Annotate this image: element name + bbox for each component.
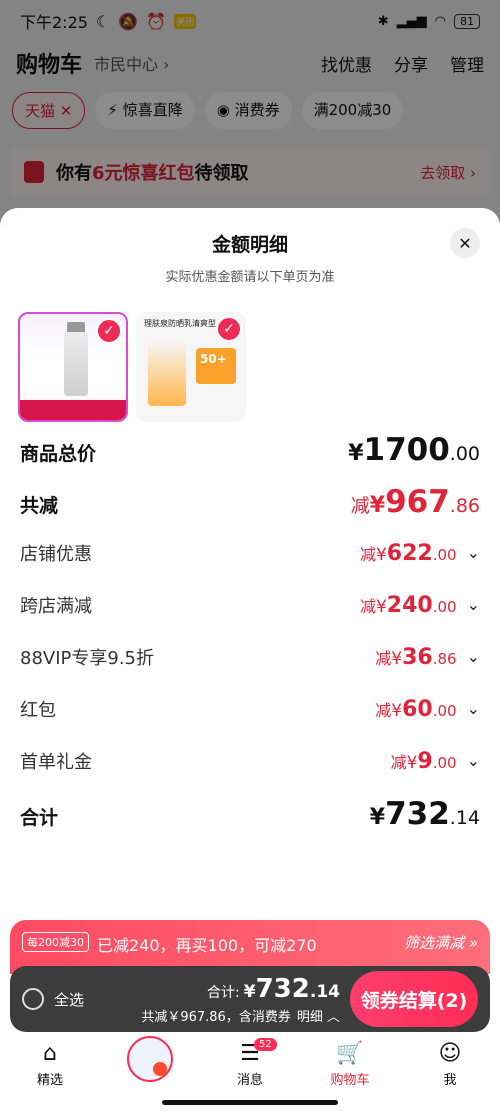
tab-label: 购物车 [330, 1073, 370, 1088]
tab-me[interactable]: ☺ 我 [400, 1036, 500, 1094]
total-label: 合计: [207, 984, 240, 1001]
sum-dec: .14 [449, 807, 480, 829]
chevron-down-icon: ⌄ [466, 751, 480, 770]
discount-row-red-packet[interactable]: 红包 减 ¥60.00 ⌄ [20, 696, 480, 722]
promo-text: 已减240，再买100，可减270 [97, 936, 317, 955]
tab-label: 我 [443, 1073, 457, 1088]
discount-row-shop[interactable]: 店铺优惠 减 ¥622.00 ⌄ [20, 540, 480, 566]
chevron-down-icon: ⌄ [466, 543, 480, 562]
total-price-dec: .00 [449, 443, 480, 465]
detail-toggle[interactable]: 明细 ︿ [297, 1010, 340, 1025]
discount-label: 88VIP专享9.5折 [20, 648, 155, 669]
checkout-button[interactable]: 领券结算(2) [350, 971, 478, 1027]
detail-label: 明细 [296, 1009, 323, 1025]
product-thumb-sunscreen[interactable]: 理肤泉防晒乳清爽型 50+ ✓ [136, 312, 246, 422]
tab-featured[interactable]: ⌂ 精选 [0, 1036, 100, 1094]
product-name: 理肤泉防晒乳清爽型 [144, 319, 216, 328]
close-icon: ✕ [458, 233, 472, 253]
currency: ¥ [375, 545, 387, 565]
discount-row-vip[interactable]: 88VIP专享9.5折 减 ¥36.86 ⌄ [20, 644, 480, 670]
discount-label: 首单礼金 [20, 752, 92, 773]
cart-icon: 🛒 [336, 1041, 364, 1066]
sunscreen-tube-shape [148, 340, 186, 406]
spf-label: 50+ [196, 348, 236, 384]
discount-int: 36 [402, 645, 433, 670]
sheet-subtitle: 实际优惠金额请以下单页为准 [165, 270, 335, 285]
chevron-down-icon: ⌄ [466, 699, 480, 718]
currency: ¥ [375, 597, 387, 617]
discount-row-cross-store[interactable]: 跨店满减 减 ¥240.00 ⌄ [20, 592, 480, 618]
discount-prefix: 减 [350, 495, 370, 517]
close-button[interactable]: ✕ [450, 228, 480, 258]
currency: ¥ [406, 753, 418, 773]
discount-prefix: 减 [390, 753, 407, 772]
total-int: 732 [255, 973, 310, 1004]
discount-row-first-order[interactable]: 首单礼金 减 ¥9.00 ⌄ [20, 748, 480, 774]
promo-image [127, 1036, 173, 1082]
total-dec: .14 [309, 981, 340, 1002]
discount-label: 跨店满减 [20, 596, 92, 617]
tab-messages[interactable]: ☰ 52 消息 [200, 1036, 300, 1094]
selected-check-icon: ✓ [216, 316, 242, 342]
sum-label: 合计 [20, 807, 59, 829]
chevron-down-icon: ⌄ [466, 647, 480, 666]
sum-row: 合计 ¥732.14 [20, 796, 480, 832]
currency: ¥ [369, 805, 386, 830]
currency: ¥ [369, 493, 386, 518]
currency: ¥ [391, 649, 403, 669]
sheet-title: 金额明细 [211, 234, 288, 256]
currency: ¥ [348, 441, 364, 466]
selected-check-icon: ✓ [96, 318, 122, 344]
sum-int: 732 [385, 796, 450, 832]
total-discount-row: 共减 减 ¥967.86 [20, 484, 480, 520]
discount-int: 60 [402, 697, 433, 722]
message-badge: 52 [254, 1038, 277, 1051]
discount-prefix: 减 [375, 649, 392, 668]
tab-cart[interactable]: 🛒 购物车 [300, 1036, 400, 1094]
home-indicator[interactable] [162, 1100, 338, 1105]
discount-dec: .00 [432, 702, 457, 720]
discount-dec: .86 [432, 650, 457, 668]
discount-label: 店铺优惠 [20, 544, 92, 565]
currency: ¥ [243, 981, 256, 1002]
checkout-totals: 合计: ¥732.14 共减￥967.86，含消费券 明细 ︿ [141, 974, 340, 1025]
discount-label: 红包 [20, 700, 56, 721]
discount-int: 622 [386, 541, 433, 566]
discount-dec: .00 [432, 754, 457, 772]
filter-reduction-link[interactable]: 筛选满减 » [404, 932, 478, 953]
spf-value: 50+ [200, 352, 227, 366]
total-price-label: 商品总价 [20, 443, 97, 465]
promo-link-label: 筛选满减 [403, 934, 464, 952]
tab-label: 消息 [236, 1073, 263, 1088]
total-discount-dec: .86 [449, 495, 480, 517]
total-discount-label: 共减 [20, 495, 59, 517]
bottle-shape [64, 332, 88, 396]
total-discount-int: 967 [385, 484, 450, 520]
discount-summary: 共减￥967.86，含消费券 [141, 1009, 291, 1025]
thumb-promo-strip [20, 400, 126, 420]
total-price-row: 商品总价 ¥1700.00 [20, 432, 480, 468]
discount-prefix: 减 [359, 597, 376, 616]
select-all-label[interactable]: 全选 [54, 989, 84, 1010]
chevron-down-icon: ⌄ [466, 595, 480, 614]
discount-prefix: 减 [375, 701, 392, 720]
checkout-bar: 全选 合计: ¥732.14 共减￥967.86，含消费券 明细 ︿ 领券结算(2… [10, 966, 490, 1032]
total-price-int: 1700 [363, 432, 450, 468]
profile-icon: ☺ [438, 1041, 462, 1066]
tab-label: 精选 [36, 1073, 63, 1088]
discount-dec: .00 [432, 598, 457, 616]
bottom-tab-bar: ⌂ 精选 ☰ 52 消息 🛒 购物车 ☺ 我 [0, 1036, 500, 1094]
discount-dec: .00 [432, 546, 457, 564]
product-thumbnails: ✓ 理肤泉防晒乳清爽型 50+ ✓ [18, 312, 246, 422]
discount-prefix: 减 [359, 545, 376, 564]
tab-promo[interactable] [100, 1036, 200, 1094]
promo-tag: 每200减30 [22, 932, 89, 952]
home-icon: ⌂ [43, 1041, 57, 1066]
select-all-radio[interactable] [22, 988, 44, 1010]
currency: ¥ [391, 701, 403, 721]
discount-int: 240 [386, 593, 433, 618]
discount-int: 9 [417, 749, 433, 774]
product-thumb-skii[interactable]: ✓ [18, 312, 128, 422]
